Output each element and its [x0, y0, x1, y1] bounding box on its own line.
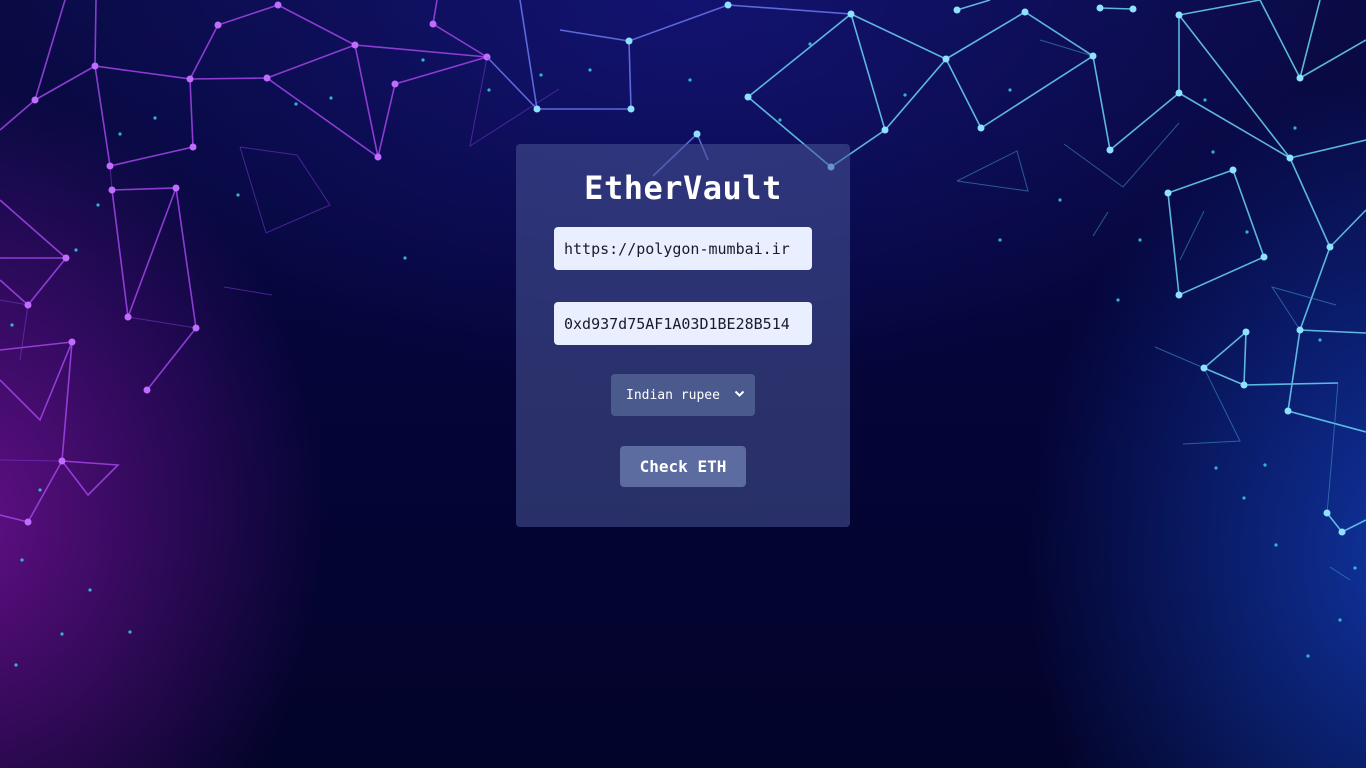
currency-select-value: Indian rupee	[626, 387, 720, 403]
check-eth-button[interactable]: Check ETH	[620, 446, 746, 487]
chevron-down-icon	[729, 390, 749, 401]
app-title: EtherVault	[584, 169, 782, 207]
rpc-url-input[interactable]	[554, 227, 812, 270]
balance-checker-card: EtherVault Indian rupee Check ETH	[516, 144, 850, 527]
currency-select[interactable]: Indian rupee	[611, 374, 755, 416]
right-network-lines-faint	[956, 39, 1351, 581]
left-network-lines-faint	[0, 56, 560, 462]
left-network-lines	[0, 0, 488, 523]
left-network-nodes	[24, 1, 491, 526]
wallet-address-input[interactable]	[554, 302, 812, 345]
